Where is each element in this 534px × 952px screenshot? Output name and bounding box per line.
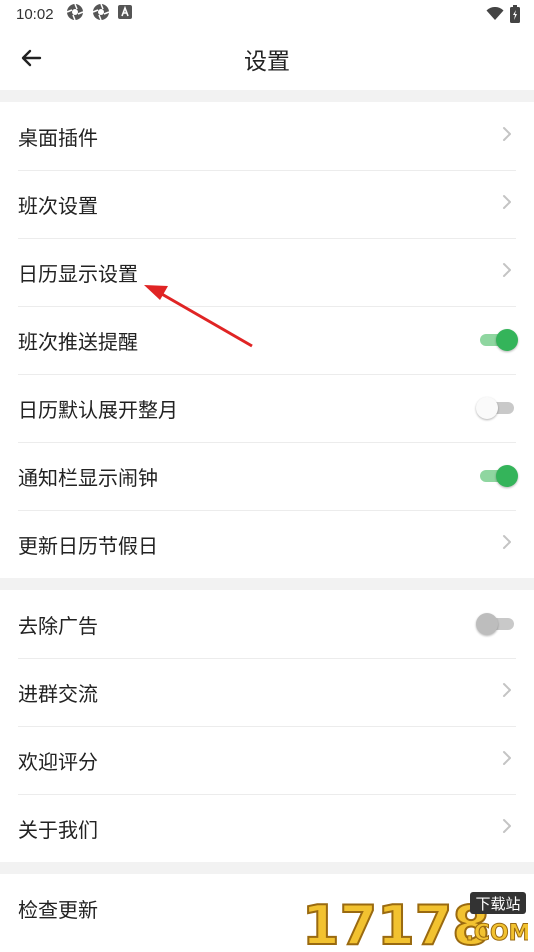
app-header: 设置 (0, 28, 534, 90)
settings-row[interactable]: 桌面插件 (0, 102, 534, 170)
page-title: 设置 (244, 49, 290, 75)
arrow-left-icon[interactable] (18, 44, 46, 72)
settings-row-label: 班次设置 (18, 193, 98, 218)
settings-row-label: 关于我们 (18, 817, 98, 842)
chevron-right-icon (500, 748, 516, 772)
a-icon (117, 5, 132, 23)
watermark-logo: 17178 下载站 .COM (300, 888, 531, 952)
aperture-icon (66, 3, 84, 25)
settings-row-label: 去除广告 (18, 613, 98, 638)
settings-row[interactable]: 日历显示设置 (0, 238, 534, 306)
settings-row[interactable]: 进群交流 (0, 658, 534, 726)
svg-text:17178: 17178 (302, 894, 490, 948)
toggle-switch[interactable] (476, 396, 516, 420)
toggle-switch[interactable] (476, 612, 516, 636)
chevron-right-icon (500, 680, 516, 704)
settings-row[interactable]: 通知栏显示闹钟 (0, 442, 534, 510)
settings-row-label: 日历默认展开整月 (18, 397, 178, 422)
settings-row-label: 欢迎评分 (18, 749, 98, 774)
settings-group-2: 去除广告进群交流欢迎评分关于我们 (0, 590, 534, 862)
chevron-right-icon (500, 532, 516, 556)
svg-text:下载站: 下载站 (475, 895, 520, 913)
settings-row[interactable]: 日历默认展开整月 (0, 374, 534, 442)
settings-row-label: 日历显示设置 (18, 261, 138, 286)
status-bar: 10:02 (0, 0, 534, 28)
chevron-right-icon (500, 192, 516, 216)
chevron-right-icon (500, 260, 516, 284)
settings-row-label: 通知栏显示闹钟 (18, 465, 158, 490)
toggle-switch[interactable] (478, 328, 518, 352)
status-time: 10:02 (16, 5, 54, 23)
section-divider (0, 578, 534, 590)
settings-row-label: 桌面插件 (18, 125, 98, 150)
settings-row[interactable]: 更新日历节假日 (0, 510, 534, 578)
section-divider (0, 862, 534, 874)
settings-row[interactable]: 关于我们 (0, 794, 534, 862)
settings-row-label: 更新日历节假日 (18, 533, 158, 558)
battery-icon (510, 5, 520, 27)
aperture-icon (92, 3, 110, 25)
wifi-icon (486, 6, 504, 25)
svg-text:.COM: .COM (465, 921, 528, 946)
settings-row[interactable]: 班次设置 (0, 170, 534, 238)
chevron-right-icon (500, 124, 516, 148)
settings-row-label: 进群交流 (18, 681, 98, 706)
settings-row[interactable]: 班次推送提醒 (0, 306, 534, 374)
settings-row[interactable]: 欢迎评分 (0, 726, 534, 794)
toggle-switch[interactable] (478, 464, 518, 488)
settings-row-label: 班次推送提醒 (18, 329, 138, 354)
chevron-right-icon (500, 816, 516, 840)
settings-group-1: 桌面插件班次设置日历显示设置 班次推送提醒日历默认展开整月 通知栏显示闹钟 更新日历节… (0, 102, 534, 578)
section-divider (0, 90, 534, 102)
settings-row[interactable]: 去除广告 (0, 590, 534, 658)
